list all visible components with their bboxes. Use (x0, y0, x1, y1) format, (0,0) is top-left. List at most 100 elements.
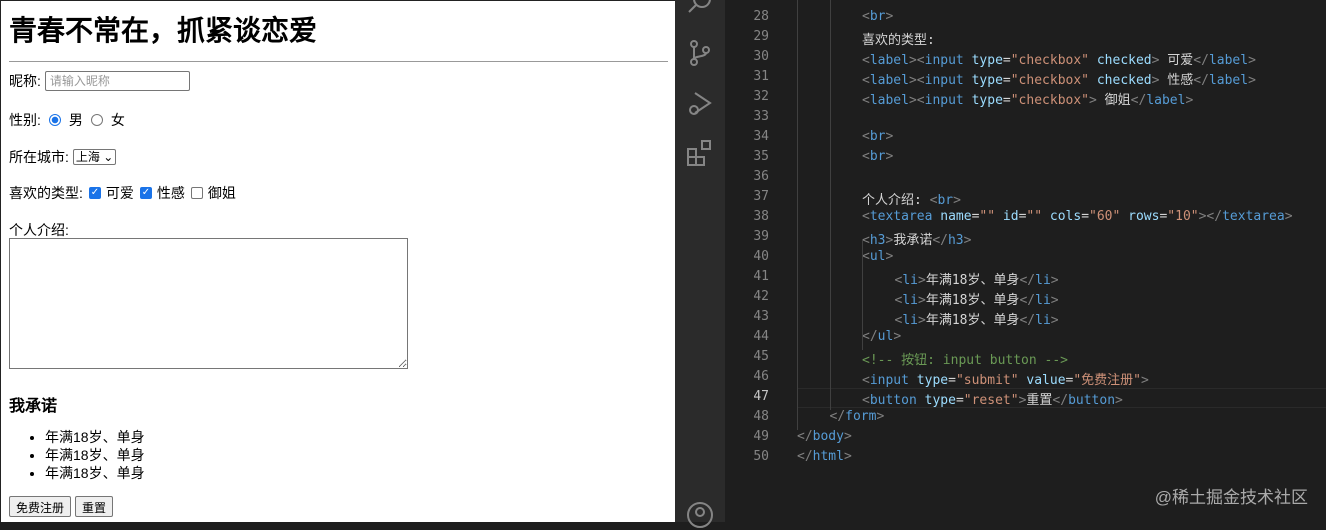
code-token: ul (877, 329, 894, 344)
code-token: form (845, 409, 877, 424)
code-token: checked (1096, 73, 1152, 88)
run-debug-icon[interactable] (685, 88, 715, 118)
code-token: textarea (869, 209, 933, 224)
code-token: br (869, 129, 886, 144)
code-line[interactable]: <input type="submit" value="免费注册"> (862, 369, 1149, 388)
code-line[interactable]: <li>年满18岁、单身</li> (895, 289, 1059, 308)
code-token: label (1208, 53, 1249, 68)
code-token: 年满18岁、单身 (925, 313, 1020, 328)
code-token: </ (1019, 313, 1036, 328)
gender-label: 性别: (9, 112, 41, 128)
code-token: >< (908, 73, 925, 88)
code-token: type (971, 53, 1003, 68)
code-token: "checkbox" (1010, 93, 1090, 108)
code-token: = (1002, 53, 1011, 68)
line-number: 36 (753, 169, 769, 184)
code-line[interactable]: </form> (830, 409, 885, 424)
type-checkbox-mature[interactable] (190, 187, 203, 199)
line-number: 38 (753, 209, 769, 224)
code-token: li (1035, 293, 1051, 308)
gender-radio-male[interactable] (48, 114, 61, 126)
code-token: > (917, 273, 926, 288)
line-number: 29 (753, 29, 769, 44)
line-number: 49 (753, 429, 769, 444)
code-line[interactable]: </ul> (862, 329, 901, 344)
code-token: < (862, 73, 870, 88)
type-label: 喜欢的类型: (9, 185, 83, 201)
code-editor[interactable]: 28 <br> 29 喜欢的类型: 30 <label><input type="chec… (725, 0, 1326, 522)
type-checkbox-cute[interactable]: ✓ (88, 187, 101, 199)
source-control-icon[interactable] (685, 38, 715, 68)
code-token: "checkbox" (1010, 53, 1090, 68)
intro-textarea[interactable] (9, 238, 408, 369)
code-line[interactable]: <br> (862, 9, 893, 24)
gender-radio-female[interactable] (90, 114, 103, 126)
code-token: value (1026, 373, 1066, 388)
browser-preview: 青春不常在，抓紧谈恋爱 昵称: 请输入昵称 性别: 男 女 所在城市: 上海 ⌄… (0, 0, 675, 522)
code-token: < (862, 209, 870, 224)
code-token: = (1002, 93, 1011, 108)
code-line[interactable]: <li>年满18岁、单身</li> (895, 269, 1059, 288)
code-token: li (902, 313, 918, 328)
code-token: = (948, 373, 956, 388)
activity-bar (675, 0, 725, 528)
code-token: "免费注册" (1073, 373, 1142, 388)
line-number: 39 (753, 229, 769, 244)
code-token: < (862, 93, 870, 108)
code-token: = (1002, 73, 1011, 88)
code-token: > (885, 129, 894, 144)
code-token: > (917, 293, 926, 308)
search-icon[interactable] (685, 0, 715, 18)
code-line[interactable]: <!-- 按钮: input button --> (862, 349, 1068, 368)
submit-button[interactable]: 免费注册 (9, 496, 72, 517)
extensions-icon[interactable] (685, 138, 715, 168)
code-line[interactable]: 喜欢的类型: (862, 29, 935, 48)
chevron-down-icon: ⌄ (103, 150, 114, 164)
code-line[interactable]: <ul> (862, 249, 893, 264)
code-token: < (862, 9, 870, 24)
code-token: < (862, 373, 870, 388)
nickname-input[interactable]: 请输入昵称 (44, 71, 190, 91)
line-number: 34 (753, 129, 769, 144)
gender-option-male: 男 (68, 112, 83, 128)
code-line[interactable]: <textarea name="" id="" cols="60" rows="… (862, 209, 1293, 224)
code-line[interactable]: <h3>我承诺</h3> (862, 229, 971, 248)
reset-button[interactable]: 重置 (75, 496, 114, 517)
account-icon[interactable] (685, 500, 715, 530)
code-token: rows (1128, 209, 1160, 224)
code-token: "" (1026, 209, 1043, 224)
code-token: "" (979, 209, 996, 224)
type-option-cute: 可爱 (105, 185, 134, 201)
code-token: html (812, 449, 844, 464)
code-line[interactable]: </body> (797, 429, 852, 444)
code-token: < (862, 149, 870, 164)
list-item: 年满18岁、单身 (45, 464, 145, 482)
code-token: br (869, 9, 886, 24)
code-line[interactable]: <label><input type="checkbox"> 御姐</label… (862, 89, 1193, 108)
code-token: input (924, 93, 964, 108)
code-token: br (869, 149, 886, 164)
code-token: > (1248, 53, 1256, 68)
code-line[interactable]: <br> (862, 149, 893, 164)
code-token: h3 (947, 233, 964, 248)
code-token: > (1050, 293, 1059, 308)
code-token: </ (862, 329, 878, 344)
type-checkbox-sexy[interactable]: ✓ (139, 187, 152, 199)
code-token: label (869, 53, 909, 68)
code-line[interactable]: </html> (797, 449, 852, 464)
code-line[interactable]: <li>年满18岁、单身</li> (895, 309, 1059, 328)
line-number: 42 (753, 289, 769, 304)
list-item: 年满18岁、单身 (45, 428, 145, 446)
city-select[interactable]: 上海 ⌄ (72, 149, 117, 165)
code-line[interactable]: <label><input type="checkbox" checked> 可… (862, 49, 1256, 68)
code-line[interactable]: <br> (862, 129, 893, 144)
code-line[interactable]: 个人介绍: <br> (862, 189, 961, 208)
code-line[interactable]: <label><input type="checkbox" checked> 性… (862, 69, 1256, 88)
code-token: > (843, 429, 852, 444)
code-token: > (1089, 93, 1097, 108)
